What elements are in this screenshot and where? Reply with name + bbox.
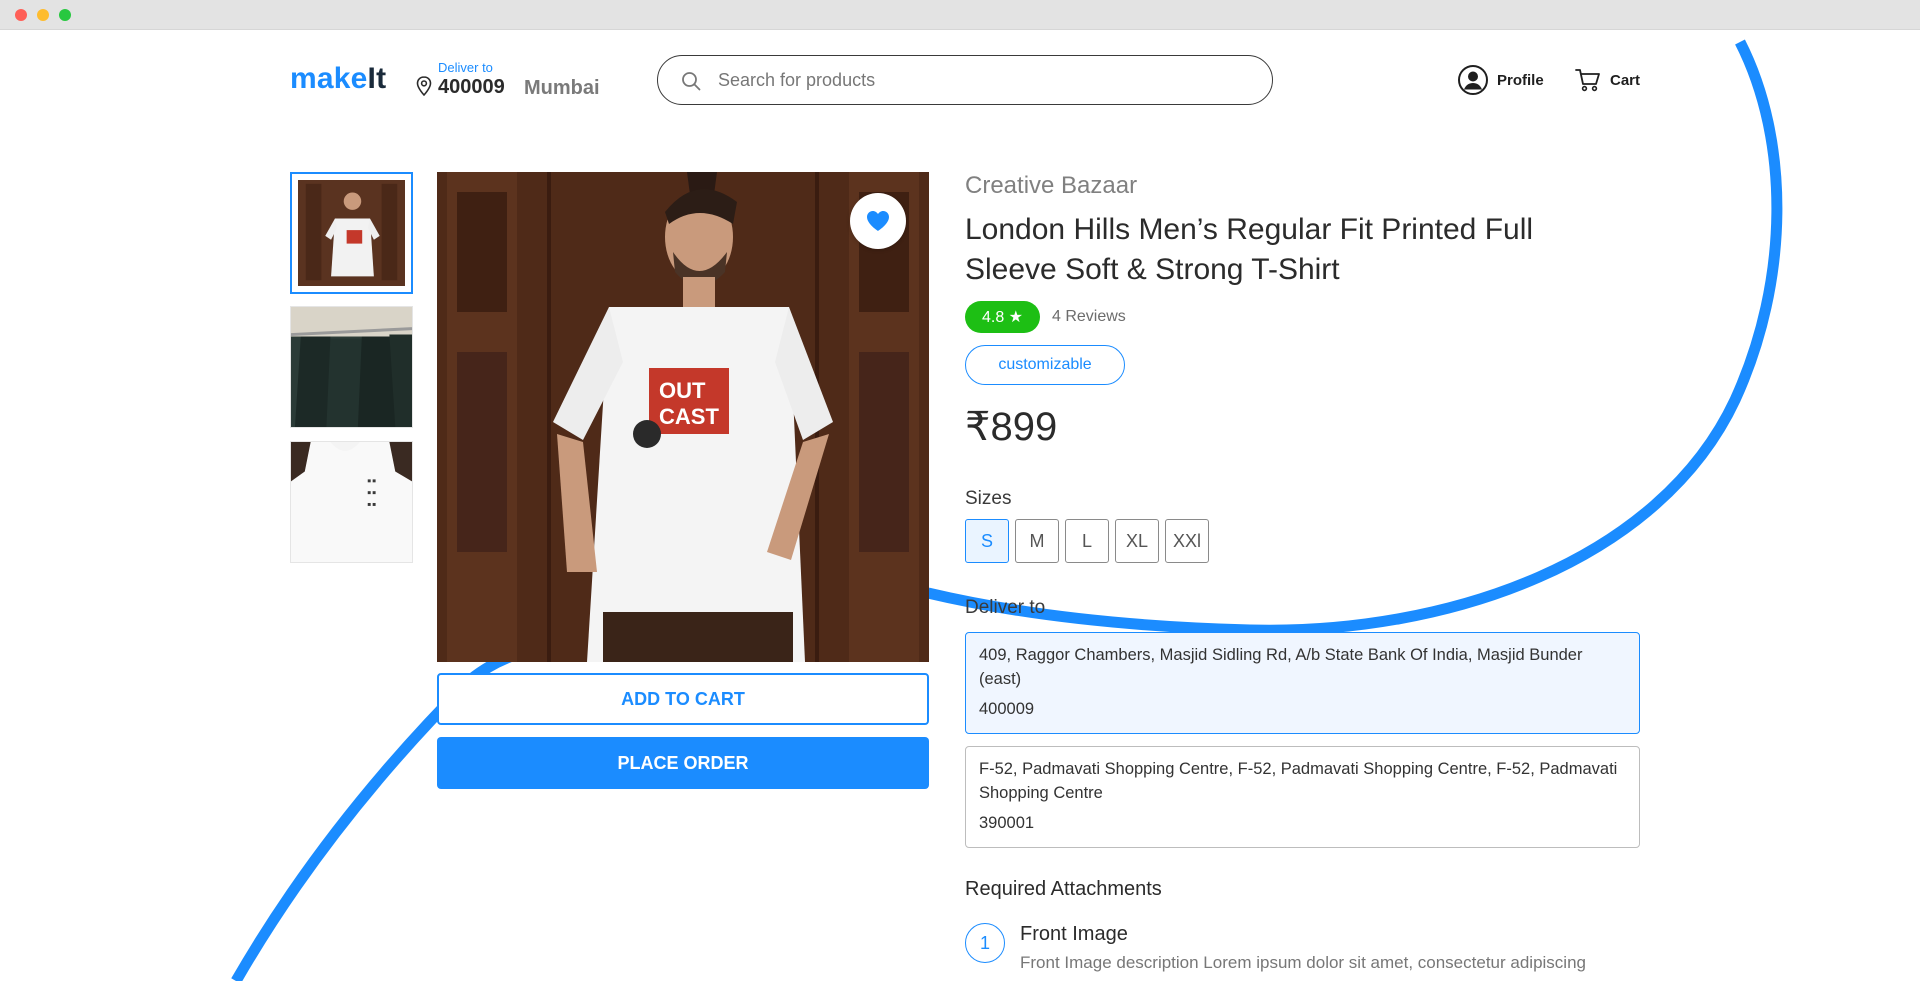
size-option-m[interactable]: M bbox=[1015, 519, 1059, 563]
print-text-line2: CAST bbox=[659, 404, 719, 429]
size-option-xxl[interactable]: XXl bbox=[1165, 519, 1209, 563]
profile-link[interactable]: Profile bbox=[1457, 63, 1544, 97]
main-product-image[interactable]: OUT CAST bbox=[437, 172, 929, 662]
thumbnail-image-tshirt-closeup bbox=[291, 442, 412, 562]
minimize-window-button[interactable] bbox=[37, 9, 49, 21]
customizable-tag: customizable bbox=[965, 345, 1125, 385]
product-thumbnail-2[interactable] bbox=[290, 306, 413, 428]
sizes-heading: Sizes bbox=[965, 488, 1012, 509]
address-zip: 400009 bbox=[979, 700, 1035, 718]
deliver-location[interactable]: Deliver to 400009 Mumbai bbox=[416, 60, 606, 104]
place-order-button[interactable]: PLACE ORDER bbox=[437, 737, 929, 789]
thumbnail-image-hanging-tshirts bbox=[291, 307, 412, 427]
address-line: 409, Raggor Chambers, Masjid Sidling Rd,… bbox=[979, 646, 1583, 688]
logo-text-make: make bbox=[290, 62, 368, 95]
attachment-description: Front Image description Lorem ipsum dolo… bbox=[1020, 953, 1586, 972]
product-thumbnail-1[interactable] bbox=[290, 172, 413, 294]
window-titlebar bbox=[0, 0, 1920, 30]
deliver-to-heading: Deliver to bbox=[965, 597, 1046, 618]
cart-label: Cart bbox=[1610, 71, 1641, 89]
cart-icon bbox=[1575, 69, 1600, 92]
rating-badge: 4.8 ★ bbox=[965, 301, 1040, 333]
profile-label: Profile bbox=[1497, 71, 1544, 89]
logo-text-it: It bbox=[367, 62, 387, 95]
print-text-line1: OUT bbox=[659, 378, 706, 403]
size-option-s[interactable]: S bbox=[965, 519, 1009, 563]
required-attachments-heading: Required Attachments bbox=[965, 878, 1162, 900]
size-option-xl[interactable]: XL bbox=[1115, 519, 1159, 563]
cart-link[interactable]: Cart bbox=[1574, 63, 1640, 97]
wishlist-button[interactable] bbox=[850, 193, 906, 249]
product-thumbnail-3[interactable] bbox=[290, 441, 413, 563]
user-icon bbox=[1458, 65, 1488, 95]
reviews-count[interactable]: 4 Reviews bbox=[1052, 308, 1126, 326]
deliver-to-label: Deliver to bbox=[438, 60, 493, 75]
top-header: makeIt Deliver to 400009 Mumbai Profile bbox=[0, 30, 1920, 130]
product-brand[interactable]: Creative Bazaar bbox=[965, 172, 1137, 200]
size-option-l[interactable]: L bbox=[1065, 519, 1109, 563]
attachment-step-number: 1 bbox=[965, 923, 1005, 963]
deliver-city: Mumbai bbox=[524, 77, 600, 99]
maximize-window-button[interactable] bbox=[59, 9, 71, 21]
heart-icon bbox=[867, 211, 889, 231]
location-pin-icon bbox=[416, 76, 432, 96]
address-card[interactable]: 409, Raggor Chambers, Masjid Sidling Rd,… bbox=[965, 632, 1640, 734]
attachment-title: Front Image bbox=[1020, 923, 1128, 945]
address-card[interactable]: F-52, Padmavati Shopping Centre, F-52, P… bbox=[965, 746, 1640, 848]
deliver-pincode: 400009 bbox=[438, 76, 505, 98]
search-bar[interactable] bbox=[657, 55, 1273, 105]
product-title: London Hills Men’s Regular Fit Printed F… bbox=[965, 213, 1534, 286]
product-price: ₹899 bbox=[965, 405, 1058, 449]
close-window-button[interactable] bbox=[15, 9, 27, 21]
address-zip: 390001 bbox=[979, 814, 1035, 832]
search-input[interactable] bbox=[718, 66, 1248, 94]
search-icon[interactable] bbox=[680, 70, 702, 92]
address-line: F-52, Padmavati Shopping Centre, F-52, P… bbox=[979, 760, 1618, 802]
site-logo[interactable]: makeIt bbox=[290, 62, 386, 96]
add-to-cart-button[interactable]: ADD TO CART bbox=[437, 673, 929, 725]
product-photo: OUT CAST bbox=[437, 172, 929, 662]
thumbnail-image-man-tshirt bbox=[298, 180, 405, 286]
